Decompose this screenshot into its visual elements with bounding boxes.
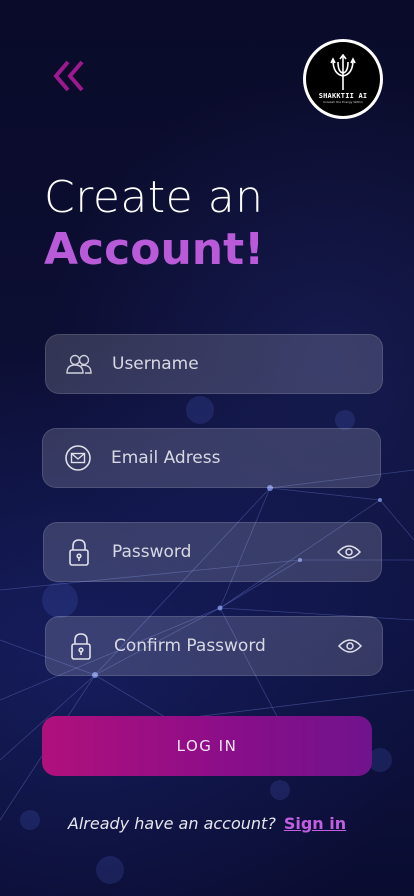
email-field[interactable] bbox=[42, 428, 381, 488]
logo-name: SHAKKTII AI bbox=[318, 92, 368, 100]
users-icon bbox=[66, 354, 92, 374]
username-field[interactable] bbox=[45, 334, 383, 394]
confirm-password-input[interactable] bbox=[114, 617, 332, 675]
double-chevron-left-icon bbox=[53, 60, 84, 92]
signin-prompt: Already have an account? Sign in bbox=[0, 814, 414, 833]
title-line-1: Create an bbox=[44, 172, 264, 223]
email-input[interactable] bbox=[111, 429, 330, 487]
eye-icon[interactable] bbox=[338, 638, 362, 654]
title-line-2: Account! bbox=[44, 224, 265, 275]
back-button[interactable] bbox=[52, 60, 88, 92]
signin-link[interactable]: Sign in bbox=[284, 814, 346, 833]
login-button[interactable]: LOG IN bbox=[42, 716, 372, 776]
lock-icon bbox=[69, 539, 89, 566]
eye-icon[interactable] bbox=[337, 544, 361, 560]
confirm-password-field[interactable] bbox=[45, 616, 383, 676]
signin-question: Already have an account? bbox=[67, 814, 276, 833]
username-input[interactable] bbox=[112, 335, 332, 393]
lock-icon bbox=[71, 633, 91, 660]
app-logo: SHAKKTII AI Unleash the Energy Within bbox=[303, 39, 383, 119]
page-title: Create an Account! bbox=[44, 172, 264, 276]
mail-icon bbox=[65, 445, 91, 471]
password-input[interactable] bbox=[112, 523, 331, 581]
logo-tagline: Unleash the Energy Within bbox=[323, 100, 363, 104]
trident-icon bbox=[330, 54, 356, 90]
password-field[interactable] bbox=[43, 522, 382, 582]
